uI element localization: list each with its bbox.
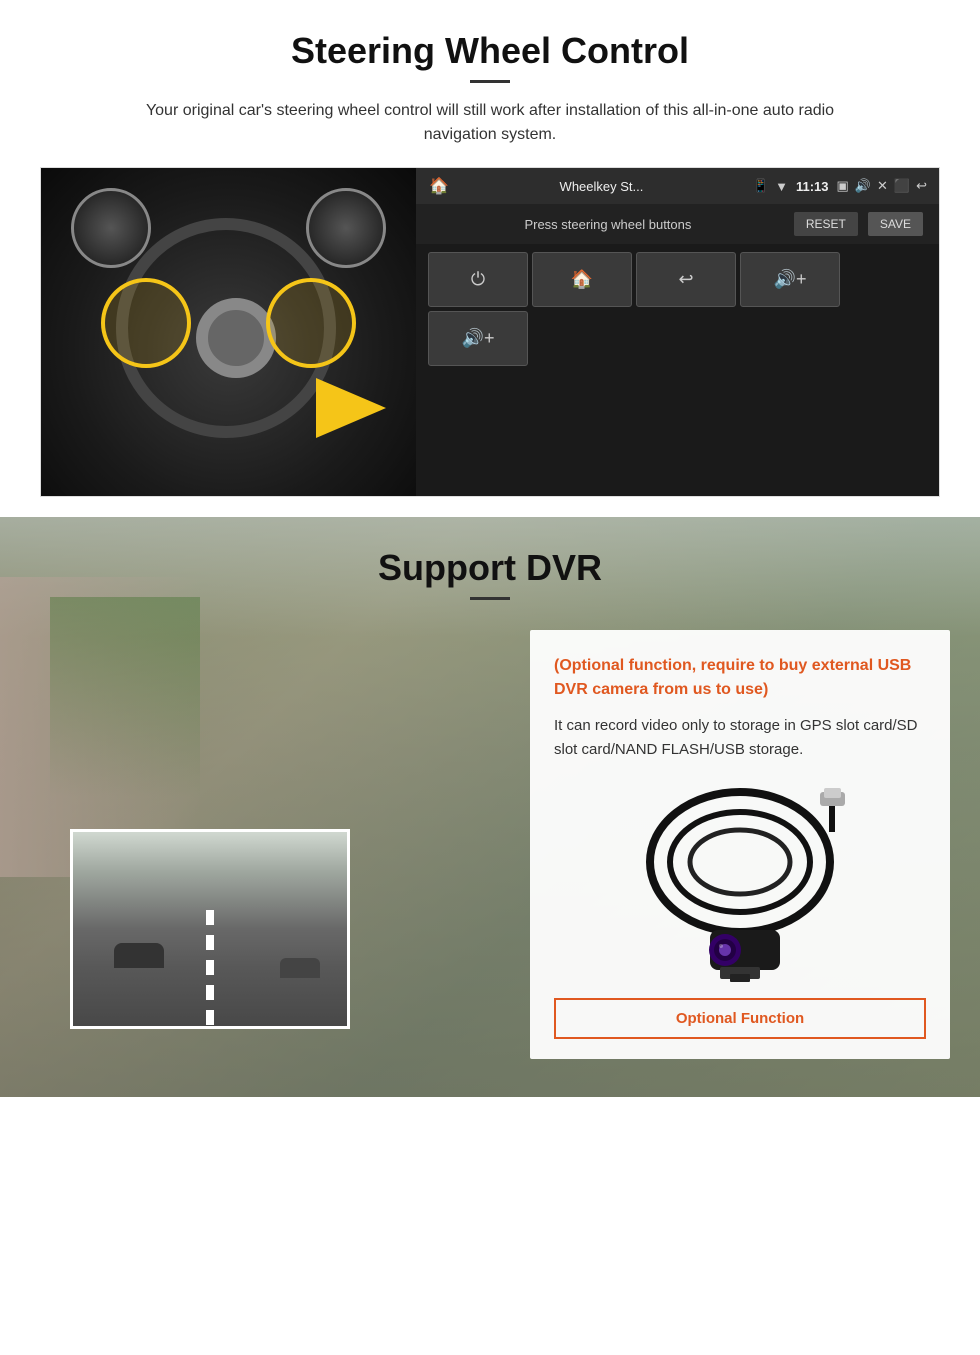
rotate-icon: ⬛ [894,178,910,194]
left-button-highlight [101,278,191,368]
steering-wheel-section: Steering Wheel Control Your original car… [0,0,980,517]
dvr-description-text: It can record video only to storage in G… [554,714,926,762]
android-topbar: 🏠 Wheelkey St... 📱 ▼ 11:13 ▣ 🔊 ✕ ⬛ ↩ [416,168,939,204]
clock-display: 11:13 [796,179,829,194]
power-button[interactable]: ⏻ [428,252,528,307]
dvr-left-panel [30,630,510,1059]
dvr-info-box: (Optional function, require to buy exter… [530,630,950,1059]
steering-wheel-photo [41,168,416,497]
swc-instruction-row: Press steering wheel buttons RESET SAVE [416,204,939,244]
swc-function-buttons: ⏻ 🏠 ↩ 🔊+ 🔊+ [416,244,939,374]
camera-icon: ▣ [837,178,849,194]
steering-section-subtitle: Your original car's steering wheel contr… [140,99,840,147]
right-button-highlight [266,278,356,368]
save-button[interactable]: SAVE [868,212,923,236]
dvr-product-image [554,782,926,982]
dvr-content-area: (Optional function, require to buy exter… [0,610,980,1079]
vol-up-button2[interactable]: 🔊+ [428,311,528,366]
thumbnail-car-1 [114,943,164,968]
title-divider [470,80,510,83]
vol-up-button1[interactable]: 🔊+ [740,252,840,307]
thumbnail-car-2 [280,958,320,978]
reset-button[interactable]: RESET [794,212,858,236]
dvr-section-title: Support DVR [0,547,980,589]
app-title: Wheelkey St... [458,179,745,194]
dvr-road-view [73,832,347,1026]
dvr-title-divider [470,597,510,600]
dvr-title-area: Support DVR [0,517,980,610]
gauge-left [71,188,151,268]
wifi-icon: ▼ [775,179,788,194]
home-icon: 🏠 [428,175,450,197]
sim-icon: 📱 [753,178,769,194]
home-func-button[interactable]: 🏠 [532,252,632,307]
android-screen-panel: 🏠 Wheelkey St... 📱 ▼ 11:13 ▣ 🔊 ✕ ⬛ ↩ Pre… [416,168,939,496]
dvr-camera-svg [590,782,890,982]
close-icon: ✕ [877,178,888,194]
back-func-button[interactable]: ↩ [636,252,736,307]
status-icons: 📱 ▼ [753,178,788,194]
swc-instruction-text: Press steering wheel buttons [432,217,784,232]
steering-section-title: Steering Wheel Control [40,30,940,72]
yellow-arrow [316,378,386,438]
arrow-indicator [316,378,396,438]
steering-wheel-bg [41,168,416,497]
steering-composite-image: 🏠 Wheelkey St... 📱 ▼ 11:13 ▣ 🔊 ✕ ⬛ ↩ Pre… [40,167,940,497]
dvr-section: Support DVR (Optional function, require … [0,517,980,1097]
dvr-right-panel: (Optional function, require to buy exter… [530,630,950,1059]
dvr-optional-notice: (Optional function, require to buy exter… [554,654,926,702]
back-icon: ↩ [916,178,927,194]
dvr-road-thumbnail [70,829,350,1029]
optional-function-badge[interactable]: Optional Function [554,998,926,1039]
gauge-right [306,188,386,268]
volume-icon: 🔊 [855,178,871,194]
steering-wheel-hub [196,298,276,378]
action-icons: ▣ 🔊 ✕ ⬛ ↩ [837,178,927,194]
